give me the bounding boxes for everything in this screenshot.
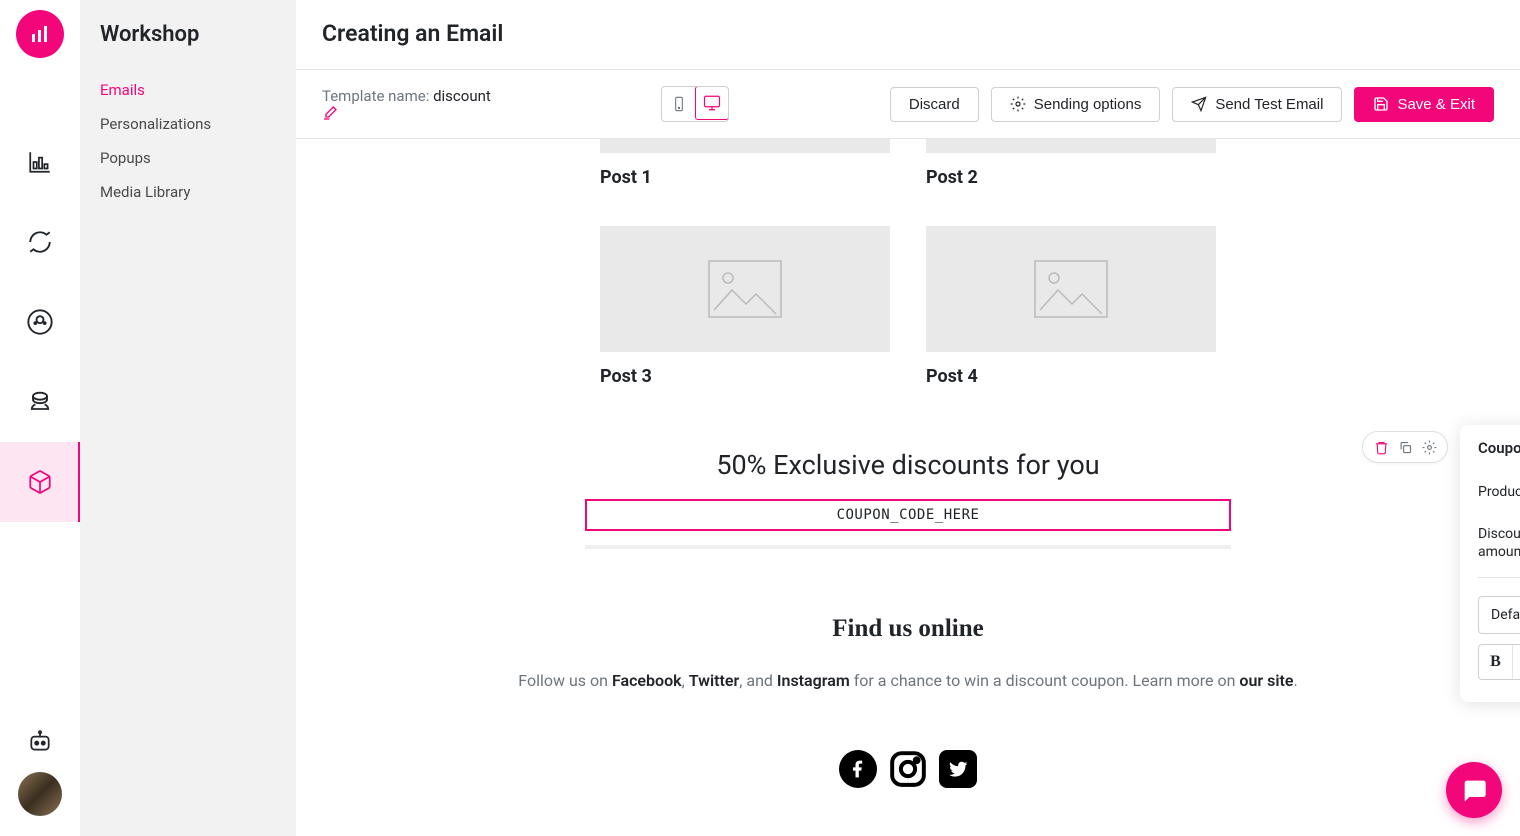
main: Creating an Email Template name: discoun…	[296, 0, 1520, 836]
product-label: Product	[1478, 484, 1520, 500]
device-toggle	[661, 86, 729, 122]
panel-title: Coupon Settings	[1478, 439, 1520, 457]
icon-rail	[0, 0, 80, 836]
sidebar-item-emails[interactable]: Emails	[100, 73, 296, 107]
template-name-value: discount	[433, 87, 491, 105]
gear-icon	[1010, 96, 1026, 112]
save-exit-button[interactable]: Save & Exit	[1354, 87, 1494, 122]
coupon-settings-panel: Coupon Settings Product Discount amount:…	[1460, 425, 1520, 702]
post-block[interactable]: Post 1	[600, 139, 890, 188]
discard-button[interactable]: Discard	[890, 87, 979, 122]
analytics-nav-icon[interactable]	[0, 122, 80, 202]
editor-toolbar: Template name: discount Discard Send	[296, 70, 1520, 138]
audience-nav-icon[interactable]	[0, 282, 80, 362]
user-avatar[interactable]	[18, 772, 62, 816]
discount-amount-label: Discount amount:	[1478, 525, 1520, 561]
post-label: Post 3	[600, 366, 890, 387]
sidebar-item-media-library[interactable]: Media Library	[100, 175, 296, 209]
post-label: Post 4	[926, 366, 1216, 387]
sending-options-button[interactable]: Sending options	[991, 87, 1161, 122]
coupon-code-block[interactable]: COUPON_CODE_HERE	[585, 499, 1231, 531]
follow-text[interactable]: Follow us on Facebook, Twitter, and Inst…	[518, 667, 1297, 694]
twitter-icon[interactable]	[939, 750, 977, 788]
save-icon	[1373, 96, 1389, 112]
duplicate-block-icon[interactable]	[1398, 440, 1413, 455]
discount-headline[interactable]: 50% Exclusive discounts for you	[716, 449, 1099, 481]
delete-block-icon[interactable]	[1374, 440, 1389, 455]
sidebar-item-popups[interactable]: Popups	[100, 141, 296, 175]
desktop-view-button[interactable]	[695, 86, 729, 120]
image-placeholder[interactable]	[926, 226, 1216, 352]
edit-template-name-icon[interactable]	[322, 105, 497, 121]
post-label: Post 1	[600, 167, 890, 188]
app-logo[interactable]	[16, 10, 64, 58]
post-block[interactable]: Post 2	[926, 139, 1216, 188]
send-icon	[1191, 96, 1207, 112]
post-block[interactable]: Post 4	[926, 226, 1216, 387]
facebook-icon[interactable]	[839, 750, 877, 788]
block-settings-icon[interactable]	[1422, 440, 1437, 455]
font-family-select[interactable]: Default	[1478, 596, 1520, 634]
page-title: Creating an Email	[296, 0, 1520, 69]
instagram-icon[interactable]	[889, 750, 927, 788]
bold-button[interactable]: B	[1479, 645, 1513, 679]
send-test-button[interactable]: Send Test Email	[1172, 87, 1342, 122]
separator	[585, 545, 1231, 549]
find-us-headline[interactable]: Find us online	[832, 615, 983, 643]
workshop-nav-icon[interactable]	[0, 442, 80, 522]
people-nav-icon[interactable]	[0, 362, 80, 442]
sidebar: Workshop Emails Personalizations Popups …	[80, 0, 296, 836]
post-block[interactable]: Post 3	[600, 226, 890, 387]
sidebar-title: Workshop	[100, 22, 296, 47]
sync-nav-icon[interactable]	[0, 202, 80, 282]
post-label: Post 2	[926, 167, 1216, 188]
sidebar-item-personalizations[interactable]: Personalizations	[100, 107, 296, 141]
email-canvas[interactable]: Post 1 Post 2 Post 3	[296, 139, 1520, 828]
template-name-label: Template name: discount	[322, 87, 497, 121]
block-action-toolbar	[1362, 431, 1448, 463]
chat-fab[interactable]	[1446, 762, 1502, 818]
mobile-view-button[interactable]	[662, 87, 696, 121]
bot-nav-icon[interactable]	[0, 712, 80, 772]
social-icons	[839, 750, 977, 788]
italic-button[interactable]: I	[1513, 645, 1520, 679]
image-placeholder[interactable]	[600, 226, 890, 352]
